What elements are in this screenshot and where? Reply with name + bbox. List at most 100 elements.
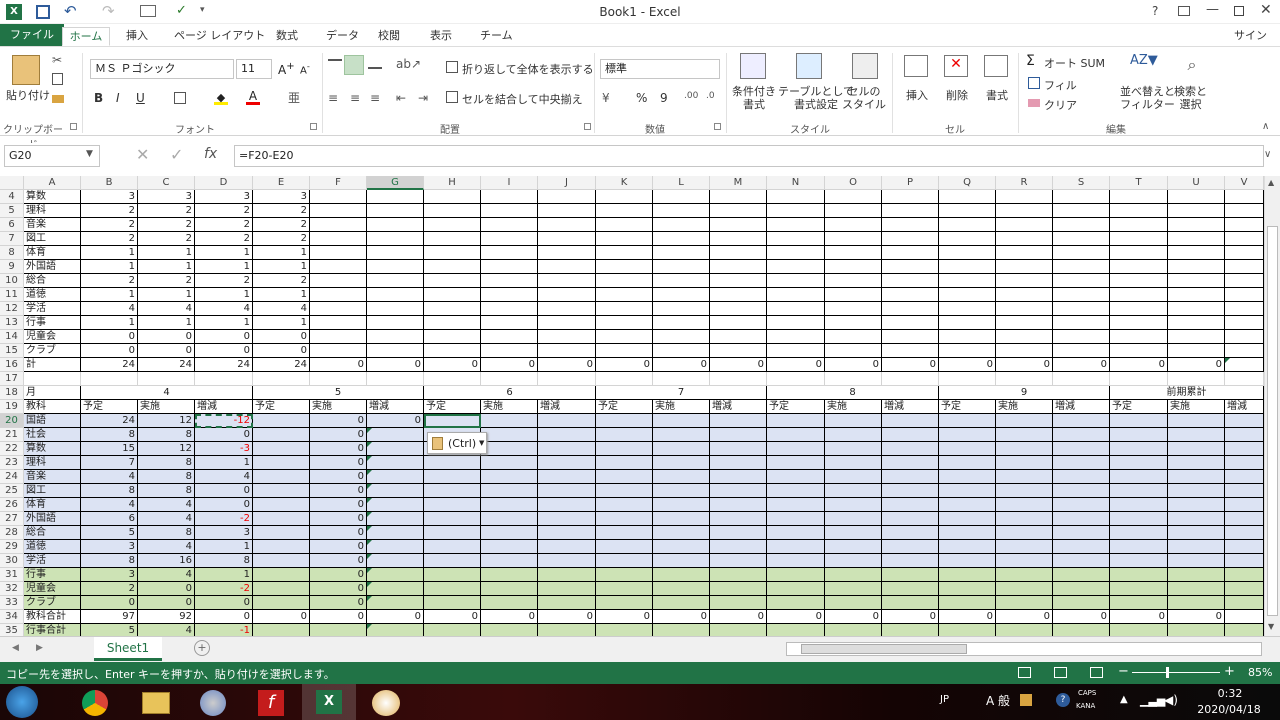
data-cell[interactable] bbox=[367, 498, 424, 512]
data-cell[interactable] bbox=[481, 232, 538, 246]
data-cell[interactable]: 1 bbox=[195, 288, 253, 302]
data-cell[interactable]: 0 bbox=[596, 610, 653, 624]
sub-header[interactable]: 増減 bbox=[882, 400, 939, 414]
data-cell[interactable] bbox=[939, 232, 996, 246]
data-cell[interactable] bbox=[825, 568, 882, 582]
empty-cell[interactable] bbox=[710, 372, 767, 386]
data-cell[interactable] bbox=[939, 498, 996, 512]
row-label[interactable]: 理科 bbox=[24, 456, 81, 470]
row-label[interactable]: 教科合計 bbox=[24, 610, 81, 624]
data-cell[interactable] bbox=[367, 554, 424, 568]
data-cell[interactable] bbox=[653, 414, 710, 428]
grow-font-icon[interactable]: A+ bbox=[278, 61, 295, 77]
data-cell[interactable] bbox=[424, 540, 481, 554]
data-cell[interactable] bbox=[367, 274, 424, 288]
data-cell[interactable]: 0 bbox=[138, 582, 195, 596]
data-cell[interactable] bbox=[1225, 232, 1264, 246]
column-header[interactable]: R bbox=[996, 176, 1053, 190]
data-cell[interactable] bbox=[1225, 568, 1264, 582]
row-header[interactable]: 4 bbox=[0, 190, 24, 204]
data-cell[interactable] bbox=[653, 512, 710, 526]
data-cell[interactable] bbox=[882, 344, 939, 358]
data-cell[interactable]: 3 bbox=[138, 190, 195, 204]
data-cell[interactable] bbox=[939, 260, 996, 274]
data-cell[interactable] bbox=[1110, 302, 1168, 316]
data-cell[interactable]: 0 bbox=[1110, 610, 1168, 624]
row-header[interactable]: 33 bbox=[0, 596, 24, 610]
find-select-button[interactable]: 検索と 選択 bbox=[1174, 85, 1207, 111]
data-cell[interactable] bbox=[939, 568, 996, 582]
data-cell[interactable] bbox=[1225, 316, 1264, 330]
data-cell[interactable]: 2 bbox=[138, 232, 195, 246]
accounting-icon[interactable]: ¥ bbox=[602, 91, 610, 105]
data-cell[interactable] bbox=[710, 512, 767, 526]
data-cell[interactable]: 5 bbox=[81, 526, 138, 540]
data-cell[interactable]: 0 bbox=[310, 512, 367, 526]
data-cell[interactable]: 0 bbox=[996, 610, 1053, 624]
data-cell[interactable]: 1 bbox=[81, 246, 138, 260]
data-cell[interactable] bbox=[996, 232, 1053, 246]
data-cell[interactable] bbox=[1053, 274, 1110, 288]
data-cell[interactable] bbox=[538, 526, 596, 540]
data-cell[interactable] bbox=[710, 232, 767, 246]
sub-header[interactable]: 予定 bbox=[1110, 400, 1168, 414]
data-cell[interactable] bbox=[1110, 274, 1168, 288]
data-cell[interactable]: 0 bbox=[310, 498, 367, 512]
data-cell[interactable] bbox=[882, 526, 939, 540]
data-cell[interactable] bbox=[882, 330, 939, 344]
row-header[interactable]: 6 bbox=[0, 218, 24, 232]
data-cell[interactable] bbox=[1168, 498, 1225, 512]
language-indicator[interactable]: JP bbox=[940, 694, 949, 705]
data-cell[interactable] bbox=[1110, 288, 1168, 302]
data-cell[interactable]: 0 bbox=[825, 610, 882, 624]
data-cell[interactable] bbox=[710, 540, 767, 554]
data-cell[interactable] bbox=[710, 596, 767, 610]
data-cell[interactable] bbox=[1053, 554, 1110, 568]
data-cell[interactable]: 1 bbox=[253, 260, 310, 274]
data-cell[interactable] bbox=[939, 288, 996, 302]
data-cell[interactable] bbox=[310, 344, 367, 358]
data-cell[interactable] bbox=[825, 596, 882, 610]
row-header[interactable]: 12 bbox=[0, 302, 24, 316]
data-cell[interactable]: 0 bbox=[310, 442, 367, 456]
data-cell[interactable] bbox=[939, 246, 996, 260]
data-cell[interactable]: 0 bbox=[138, 596, 195, 610]
row-label[interactable]: 体育 bbox=[24, 498, 81, 512]
data-cell[interactable] bbox=[1225, 260, 1264, 274]
data-cell[interactable] bbox=[424, 512, 481, 526]
data-cell[interactable] bbox=[367, 596, 424, 610]
data-cell[interactable] bbox=[1168, 596, 1225, 610]
row-header[interactable]: 31 bbox=[0, 568, 24, 582]
number-launcher-icon[interactable] bbox=[714, 123, 721, 130]
data-cell[interactable] bbox=[825, 554, 882, 568]
data-cell[interactable] bbox=[538, 624, 596, 636]
sub-header[interactable]: 予定 bbox=[596, 400, 653, 414]
data-cell[interactable]: 2 bbox=[81, 582, 138, 596]
data-cell[interactable] bbox=[653, 582, 710, 596]
data-cell[interactable] bbox=[424, 554, 481, 568]
row-header[interactable]: 23 bbox=[0, 456, 24, 470]
bold-button[interactable]: B bbox=[94, 91, 103, 105]
data-cell[interactable] bbox=[1053, 456, 1110, 470]
row-label[interactable]: 月 bbox=[24, 386, 81, 400]
data-cell[interactable]: 0 bbox=[882, 358, 939, 372]
find-select-icon[interactable]: ⌕ bbox=[1180, 55, 1204, 77]
sub-header[interactable]: 実施 bbox=[653, 400, 710, 414]
page-layout-view-icon[interactable] bbox=[1054, 667, 1067, 678]
data-cell[interactable] bbox=[710, 470, 767, 484]
data-cell[interactable] bbox=[882, 190, 939, 204]
data-cell[interactable] bbox=[253, 442, 310, 456]
data-cell[interactable] bbox=[1225, 554, 1264, 568]
data-cell[interactable] bbox=[424, 344, 481, 358]
data-cell[interactable] bbox=[825, 526, 882, 540]
data-cell[interactable]: 2 bbox=[81, 232, 138, 246]
data-cell[interactable] bbox=[538, 344, 596, 358]
data-cell[interactable]: 1 bbox=[195, 456, 253, 470]
data-cell[interactable] bbox=[367, 568, 424, 582]
data-cell[interactable] bbox=[1225, 274, 1264, 288]
sub-header[interactable]: 予定 bbox=[424, 400, 481, 414]
data-cell[interactable]: 0 bbox=[310, 470, 367, 484]
data-cell[interactable] bbox=[538, 218, 596, 232]
data-cell[interactable]: 0 bbox=[81, 344, 138, 358]
data-cell[interactable] bbox=[310, 260, 367, 274]
